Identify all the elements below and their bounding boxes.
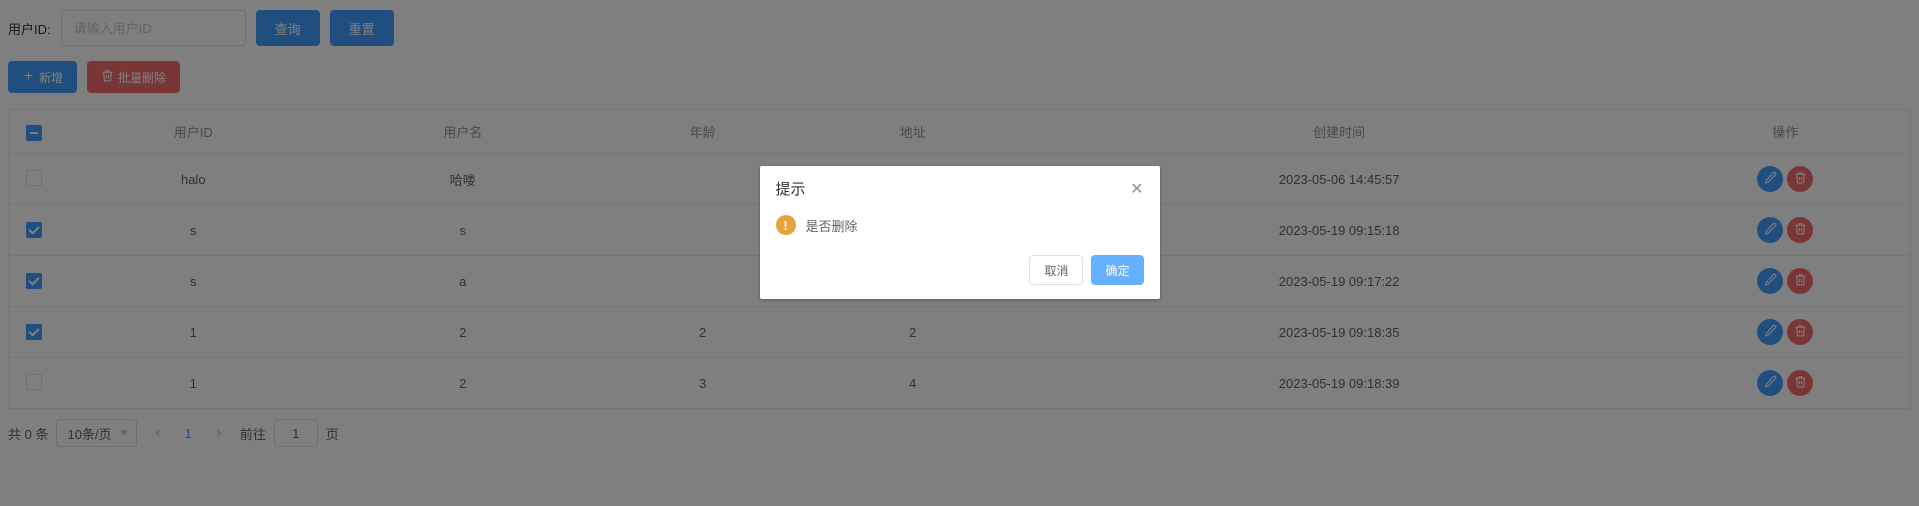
dialog-confirm-button[interactable]: 确定 — [1091, 255, 1143, 285]
close-icon: ✕ — [1130, 181, 1143, 198]
confirm-dialog: 提示 ✕ ! 是否删除 取消 确定 — [760, 166, 1160, 299]
dialog-cancel-button[interactable]: 取消 — [1029, 255, 1083, 285]
warning-icon: ! — [776, 215, 796, 235]
dialog-message: 是否删除 — [806, 216, 858, 235]
dialog-title: 提示 — [776, 178, 806, 199]
dialog-close-button[interactable]: ✕ — [1130, 179, 1143, 199]
modal-overlay[interactable]: 提示 ✕ ! 是否删除 取消 确定 — [0, 0, 1919, 506]
